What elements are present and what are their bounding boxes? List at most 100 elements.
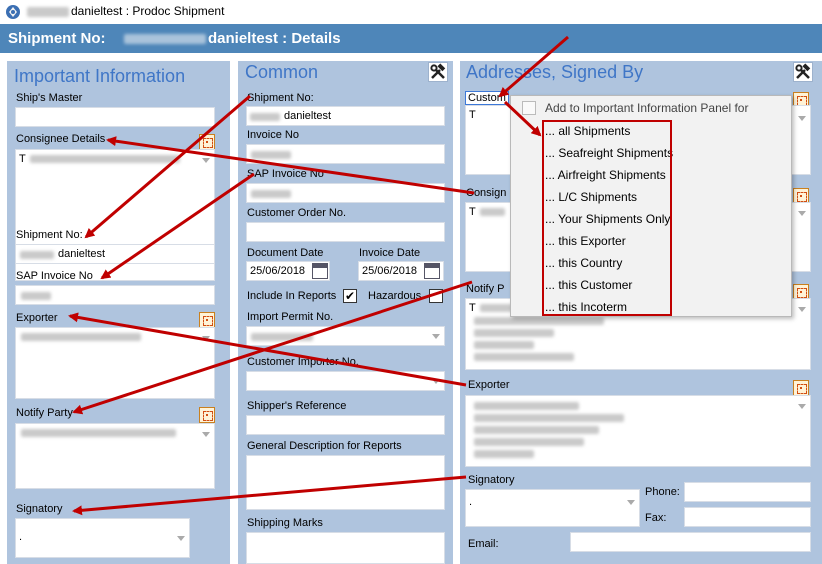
sap-invoice-field[interactable] — [15, 285, 215, 305]
import-permit-label: Import Permit No. — [247, 311, 334, 323]
redacted-permit — [251, 333, 313, 341]
redacted-address — [21, 333, 141, 341]
signatory-label: Signatory — [468, 474, 515, 486]
tools-icon — [430, 63, 446, 79]
shipping-marks-field[interactable] — [246, 532, 445, 564]
redacted-shipment-number — [20, 251, 54, 259]
email-label: Email: — [468, 538, 499, 550]
invoice-no-label: Invoice No — [247, 129, 299, 141]
signatory-dropdown[interactable]: . — [465, 489, 640, 527]
hazardous-label: Hazardous — [368, 290, 422, 302]
redacted-address — [474, 450, 534, 458]
redacted-shipment-number — [250, 113, 280, 121]
redacted-invoice — [251, 151, 291, 159]
redacted-address — [30, 155, 180, 163]
address-picker-icon[interactable] — [199, 407, 215, 423]
window-title: danieltest : Prodoc Shipment — [71, 4, 225, 18]
exporter-label: Exporter — [16, 312, 58, 324]
document-date-value: 25/06/2018 — [250, 265, 306, 277]
document-date-label: Document Date — [247, 247, 324, 259]
sap-invoice-field[interactable] — [246, 183, 445, 203]
import-permit-dropdown[interactable] — [246, 326, 445, 346]
signatory-value: . — [19, 531, 23, 543]
phone-field[interactable] — [684, 482, 811, 502]
redacted-shipment-number — [27, 7, 69, 17]
exporter-field[interactable] — [15, 327, 215, 399]
window-titlebar: danieltest : Prodoc Shipment — [0, 0, 822, 24]
ships-master-label: Ship's Master — [16, 92, 83, 104]
chevron-down-icon[interactable] — [177, 536, 185, 541]
exporter-label: Exporter — [468, 379, 510, 391]
customer-order-field[interactable] — [246, 222, 445, 242]
general-description-field[interactable] — [246, 455, 445, 510]
signatory-label: Signatory — [16, 503, 63, 515]
customer-importer-dropdown[interactable] — [246, 371, 445, 391]
shippers-reference-field[interactable] — [246, 415, 445, 435]
shipment-no-field[interactable]: danieltest — [15, 244, 215, 264]
fax-field[interactable] — [684, 507, 811, 527]
phone-label: Phone: — [645, 486, 680, 498]
shipment-no-label: Shipment No: — [247, 92, 314, 104]
customer-first-char: T — [469, 109, 476, 121]
invoice-no-field[interactable] — [246, 144, 445, 164]
hazardous-checkbox[interactable] — [429, 289, 443, 303]
chevron-down-icon[interactable] — [202, 336, 210, 341]
tools-button[interactable] — [428, 62, 448, 82]
ships-master-field[interactable] — [15, 107, 215, 127]
prodoc-app-icon — [6, 5, 20, 19]
chevron-down-icon[interactable] — [798, 211, 806, 216]
tools-icon — [795, 63, 811, 79]
customer-label[interactable]: Custom — [465, 91, 509, 105]
chevron-down-icon[interactable] — [432, 334, 440, 339]
common-panel: Common Shipment No: danieltest Invoice N… — [238, 61, 453, 564]
chevron-down-icon[interactable] — [202, 432, 210, 437]
chevron-down-icon[interactable] — [627, 500, 635, 505]
addresses-title: Addresses, Signed By — [466, 62, 644, 82]
address-picker-icon[interactable] — [199, 312, 215, 328]
sap-invoice-label: SAP Invoice No — [16, 270, 93, 282]
shipment-no-value: danieltest — [284, 110, 332, 122]
consignee-first-char: T — [469, 206, 476, 218]
address-picker-icon[interactable] — [793, 380, 809, 396]
notify-party-field[interactable] — [15, 423, 215, 489]
email-field[interactable] — [570, 532, 811, 552]
redacted-address — [474, 353, 574, 361]
chevron-down-icon[interactable] — [432, 379, 440, 384]
customer-order-label: Customer Order No. — [247, 207, 347, 219]
important-information-panel: Important Information Ship's Master Cons… — [7, 61, 230, 564]
page-header: Shipment No: danieltest : Details — [0, 24, 822, 53]
chevron-down-icon[interactable] — [798, 116, 806, 121]
redacted-address — [474, 402, 579, 410]
customer-importer-label: Customer Importer No. — [247, 356, 359, 368]
header-prefix: Shipment No: — [8, 30, 106, 47]
chevron-down-icon[interactable] — [798, 307, 806, 312]
signatory-dropdown[interactable]: . — [15, 518, 190, 558]
fax-label: Fax: — [645, 512, 667, 524]
address-picker-icon[interactable] — [199, 134, 215, 150]
calendar-icon[interactable] — [312, 263, 328, 279]
consignee-label: Consign — [466, 187, 507, 199]
shipment-no-value: danieltest — [58, 248, 106, 260]
redacted-address — [474, 438, 584, 446]
consignee-first-char: T — [19, 153, 26, 165]
exporter-field[interactable] — [465, 395, 811, 467]
common-title: Common — [245, 62, 319, 82]
chevron-down-icon[interactable] — [202, 158, 210, 163]
shippers-reference-label: Shipper's Reference — [247, 400, 347, 412]
notify-party-first-char: T — [469, 302, 476, 314]
calendar-icon[interactable] — [424, 263, 440, 279]
chevron-down-icon[interactable] — [798, 404, 806, 409]
redacted-address — [474, 317, 604, 325]
redacted-invoice — [21, 292, 51, 300]
annotation-highlight-box — [542, 120, 672, 316]
invoice-date-value: 25/06/2018 — [362, 265, 418, 277]
sap-invoice-label: SAP Invoice No — [247, 168, 324, 180]
important-information-title: Important Information — [14, 66, 186, 86]
redacted-address — [474, 341, 534, 349]
shipment-no-field[interactable]: danieltest — [246, 106, 445, 126]
signatory-value: . — [469, 496, 473, 508]
include-in-reports-checkbox[interactable]: ✔ — [343, 289, 357, 303]
invoice-date-label: Invoice Date — [359, 247, 421, 259]
page-title: danieltest : Details — [208, 30, 341, 47]
tools-button[interactable] — [793, 62, 813, 82]
